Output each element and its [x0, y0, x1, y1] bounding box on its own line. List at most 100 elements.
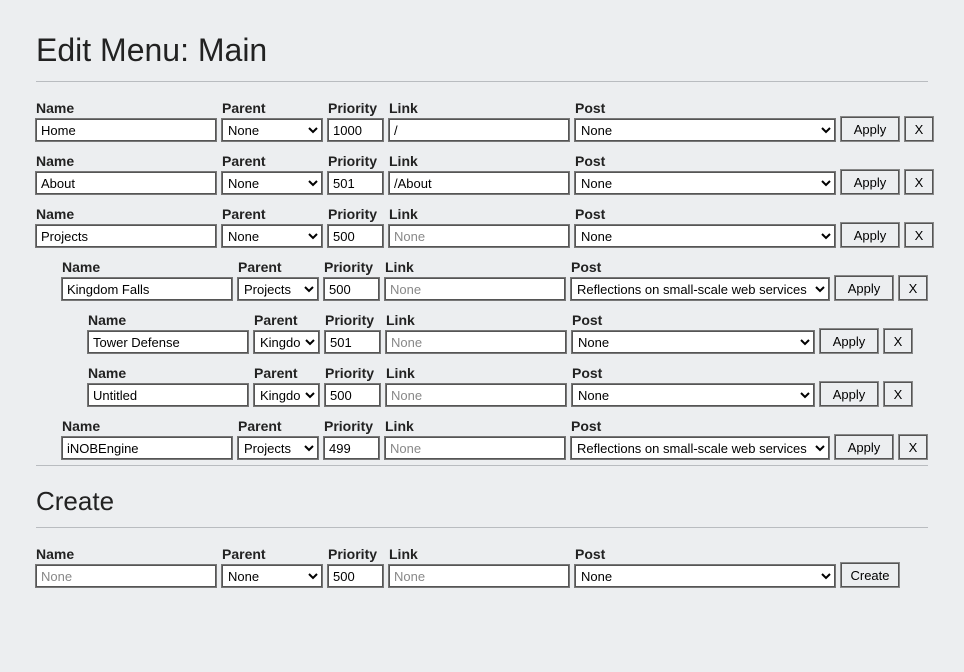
post-select[interactable]: Reflections on small-scale web services [571, 278, 829, 300]
post-header: Post [575, 100, 835, 116]
parent-select[interactable]: Kingdom Falls [254, 331, 319, 353]
post-select[interactable]: Reflections on small-scale web services [571, 437, 829, 459]
parent-header: Parent [254, 365, 319, 381]
link-input[interactable] [389, 225, 569, 247]
apply-button[interactable]: Apply [835, 435, 893, 459]
apply-button[interactable]: Apply [835, 276, 893, 300]
parent-select[interactable]: None [222, 172, 322, 194]
name-input[interactable] [36, 119, 216, 141]
priority-input[interactable] [324, 437, 379, 459]
delete-button[interactable]: X [899, 276, 927, 300]
delete-button[interactable]: X [899, 435, 927, 459]
menu-row: Name Parent None Priority Link Post None Apply… [36, 92, 928, 141]
parent-header: Parent [254, 312, 319, 328]
priority-input[interactable] [328, 172, 383, 194]
post-select[interactable]: None [572, 331, 814, 353]
menu-row: NameParentKingdom FallsPriorityLinkPostN… [88, 304, 928, 353]
priority-input[interactable] [325, 384, 380, 406]
divider [36, 81, 928, 82]
link-header: Link [389, 546, 569, 562]
link-header: Link [386, 365, 566, 381]
priority-input[interactable] [325, 331, 380, 353]
priority-input[interactable] [328, 565, 383, 587]
post-select[interactable]: None [575, 119, 835, 141]
post-select[interactable]: None [575, 565, 835, 587]
name-header: Name [36, 546, 216, 562]
parent-select[interactable]: None [222, 225, 322, 247]
priority-header: Priority [328, 100, 383, 116]
post-header: Post [571, 418, 829, 434]
link-header: Link [386, 312, 566, 328]
post-header: Post [571, 259, 829, 275]
name-header: Name [62, 418, 232, 434]
priority-input[interactable] [328, 225, 383, 247]
menu-row: NameParentProjectsPriorityLinkPostReflec… [62, 251, 928, 300]
name-input[interactable] [88, 384, 248, 406]
link-input[interactable] [389, 172, 569, 194]
create-button[interactable]: Create [841, 563, 899, 587]
parent-header: Parent [222, 100, 322, 116]
name-input[interactable] [88, 331, 248, 353]
parent-select[interactable]: Projects [238, 437, 318, 459]
post-header: Post [575, 153, 835, 169]
link-input[interactable] [389, 119, 569, 141]
parent-header: Parent [238, 259, 318, 275]
create-title: Create [36, 486, 928, 517]
link-header: Link [385, 418, 565, 434]
delete-button[interactable]: X [884, 329, 912, 353]
name-header: Name [88, 312, 248, 328]
priority-input[interactable] [328, 119, 383, 141]
link-input[interactable] [386, 331, 566, 353]
name-input[interactable] [36, 172, 216, 194]
delete-button[interactable]: X [905, 170, 933, 194]
post-select[interactable]: None [575, 172, 835, 194]
apply-button[interactable]: Apply [820, 329, 878, 353]
parent-header: Parent [238, 418, 318, 434]
post-select[interactable]: None [575, 225, 835, 247]
priority-header: Priority [325, 365, 380, 381]
apply-button[interactable]: Apply [841, 223, 899, 247]
apply-button[interactable]: Apply [820, 382, 878, 406]
link-header: Link [389, 206, 569, 222]
priority-header: Priority [324, 418, 379, 434]
parent-select[interactable]: Projects [238, 278, 318, 300]
name-input[interactable] [36, 565, 216, 587]
name-input[interactable] [36, 225, 216, 247]
divider [36, 465, 928, 466]
priority-input[interactable] [324, 278, 379, 300]
link-input[interactable] [385, 437, 565, 459]
link-input[interactable] [389, 565, 569, 587]
page-title: Edit Menu: Main [36, 32, 928, 69]
apply-button[interactable]: Apply [841, 170, 899, 194]
post-select[interactable]: None [572, 384, 814, 406]
link-header: Link [389, 153, 569, 169]
name-header: Name [36, 206, 216, 222]
parent-header: Parent [222, 546, 322, 562]
menu-row: Name Parent Kingdom Falls Priority Link Post N… [88, 357, 928, 406]
menu-row: Name Parent None Priority Link Post None Apply… [36, 198, 928, 247]
parent-select[interactable]: None [222, 119, 322, 141]
link-header: Link [389, 100, 569, 116]
name-header: Name [88, 365, 248, 381]
priority-header: Priority [325, 312, 380, 328]
delete-button[interactable]: X [884, 382, 912, 406]
name-input[interactable] [62, 437, 232, 459]
priority-header: Priority [328, 153, 383, 169]
post-header: Post [575, 206, 835, 222]
delete-button[interactable]: X [905, 223, 933, 247]
link-input[interactable] [386, 384, 566, 406]
post-header: Post [575, 546, 835, 562]
link-input[interactable] [385, 278, 565, 300]
post-header: Post [572, 365, 814, 381]
name-input[interactable] [62, 278, 232, 300]
delete-button[interactable]: X [905, 117, 933, 141]
menu-row: NameParentNonePriorityLinkPostNone Apply… [36, 145, 928, 194]
priority-header: Priority [328, 206, 383, 222]
parent-header: Parent [222, 206, 322, 222]
parent-select[interactable]: Kingdom Falls [254, 384, 319, 406]
parent-select[interactable]: None [222, 565, 322, 587]
link-header: Link [385, 259, 565, 275]
priority-header: Priority [324, 259, 379, 275]
apply-button[interactable]: Apply [841, 117, 899, 141]
name-header: Name [36, 100, 216, 116]
